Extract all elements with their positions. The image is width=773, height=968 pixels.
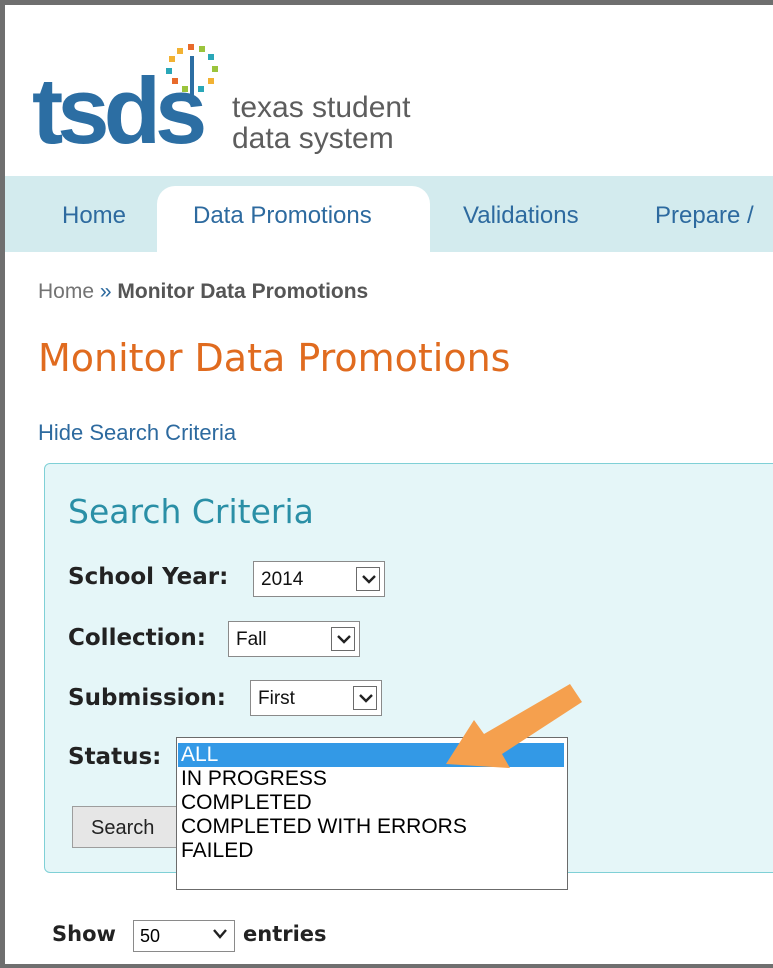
chevron-down-icon bbox=[213, 929, 227, 939]
search-button[interactable]: Search bbox=[72, 806, 182, 848]
tagline-line2: data system bbox=[232, 122, 394, 155]
status-label: Status: bbox=[68, 744, 162, 770]
status-option-completed-with-errors[interactable]: COMPLETED WITH ERRORS bbox=[178, 815, 564, 839]
collection-select[interactable]: Fall bbox=[228, 621, 360, 657]
school-year-value: 2014 bbox=[261, 569, 304, 590]
page-size-value: 50 bbox=[140, 926, 161, 946]
nav-item-validations[interactable]: Validations bbox=[463, 202, 579, 230]
callout-arrow-icon bbox=[446, 684, 582, 768]
search-criteria-title: Search Criteria bbox=[68, 492, 314, 531]
breadcrumb: Home » Monitor Data Promotions bbox=[38, 280, 368, 304]
nav-item-data-promotions[interactable]: Data Promotions bbox=[193, 202, 372, 230]
logo-tagline: texas student data system bbox=[232, 92, 410, 154]
entries-label: entries bbox=[243, 922, 327, 946]
nav-item-prepare[interactable]: Prepare / bbox=[655, 202, 754, 230]
nav-item-home[interactable]: Home bbox=[62, 202, 126, 230]
tagline-line1: texas student bbox=[232, 91, 411, 124]
show-label: Show bbox=[52, 922, 116, 946]
page-size-select[interactable]: 50 bbox=[133, 920, 235, 952]
breadcrumb-separator: » bbox=[99, 280, 112, 303]
breadcrumb-home[interactable]: Home bbox=[38, 280, 94, 303]
collection-value: Fall bbox=[236, 629, 267, 650]
status-option-failed[interactable]: FAILED bbox=[178, 839, 564, 863]
submission-label: Submission: bbox=[68, 685, 226, 711]
tsds-logo[interactable]: tsds texas student data system bbox=[32, 30, 452, 160]
chevron-down-icon bbox=[356, 567, 380, 591]
collection-label: Collection: bbox=[68, 625, 206, 651]
page-title: Monitor Data Promotions bbox=[38, 336, 511, 380]
submission-select[interactable]: First bbox=[250, 680, 382, 716]
school-year-label: School Year: bbox=[68, 564, 229, 590]
breadcrumb-current: Monitor Data Promotions bbox=[117, 280, 369, 303]
school-year-select[interactable]: 2014 bbox=[253, 561, 385, 597]
chevron-down-icon bbox=[353, 686, 377, 710]
hide-search-criteria-link[interactable]: Hide Search Criteria bbox=[38, 420, 236, 446]
chevron-down-icon bbox=[331, 627, 355, 651]
submission-value: First bbox=[258, 688, 295, 709]
logo-wordmark: tsds bbox=[32, 58, 207, 163]
status-option-completed[interactable]: COMPLETED bbox=[178, 791, 564, 815]
